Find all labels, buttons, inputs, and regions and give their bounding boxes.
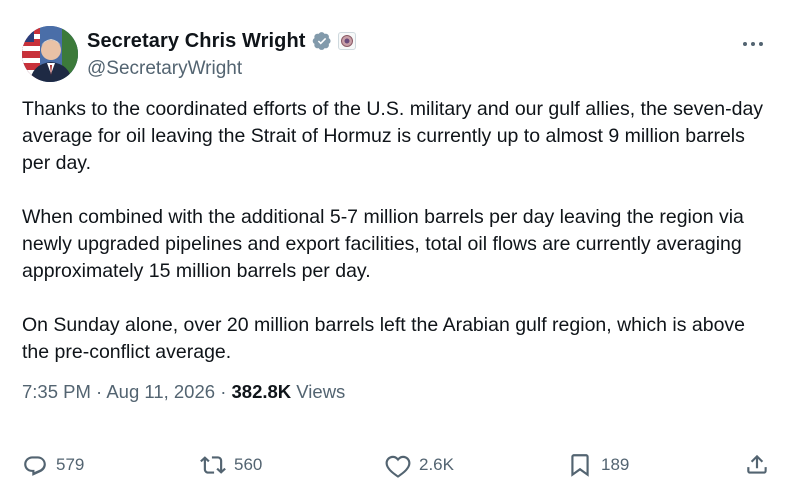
tweet-date[interactable]: Aug 11, 2026 (106, 381, 215, 402)
meta-separator: · (96, 381, 103, 402)
bookmark-count: 189 (601, 455, 630, 474)
reply-icon (24, 456, 46, 476)
like-count: 2.6K (419, 455, 454, 474)
like-button[interactable]: 2.6K (385, 450, 454, 480)
verified-badge-icon (312, 31, 332, 51)
tweet-meta: 7:35 PM · Aug 11, 2026 · 382.8K Views (22, 381, 345, 403)
views-count: 382.8K (231, 381, 292, 402)
tweet-time[interactable]: 7:35 PM (22, 381, 91, 402)
repost-icon (200, 456, 226, 474)
repost-button[interactable]: 560 (200, 450, 262, 480)
reply-button[interactable]: 579 (22, 450, 84, 480)
share-icon (747, 454, 767, 474)
views-label: Views (296, 381, 346, 402)
author-handle[interactable]: @SecretaryWright (87, 58, 356, 80)
avatar-image (22, 26, 78, 82)
tweet-paragraph: On Sunday alone, over 20 million barrels… (22, 314, 746, 363)
author-display-name[interactable]: Secretary Chris Wright (87, 30, 306, 53)
government-seal-icon[interactable] (337, 32, 356, 50)
tweet-paragraph: When combined with the additional 5-7 mi… (22, 206, 744, 282)
author-block: Secretary Chris Wright @SecretaryWright (87, 28, 356, 80)
repost-count: 560 (234, 455, 263, 474)
tweet-header: Secretary Chris Wright @SecretaryWright (22, 26, 778, 84)
tweet-text: Thanks to the coordinated efforts of the… (22, 96, 772, 366)
more-horizontal-icon[interactable] (742, 36, 764, 46)
bookmark-button[interactable]: 189 (567, 450, 629, 480)
bookmark-icon (571, 454, 589, 477)
tweet-card: Secretary Chris Wright @SecretaryWright (0, 0, 800, 494)
share-button[interactable] (744, 450, 770, 480)
heart-icon (385, 455, 411, 478)
avatar[interactable] (22, 26, 78, 82)
meta-separator: · (220, 381, 227, 402)
reply-count: 579 (56, 455, 85, 474)
tweet-paragraph: Thanks to the coordinated efforts of the… (22, 98, 764, 174)
action-bar: 579 560 2.6K 189 (22, 450, 778, 480)
